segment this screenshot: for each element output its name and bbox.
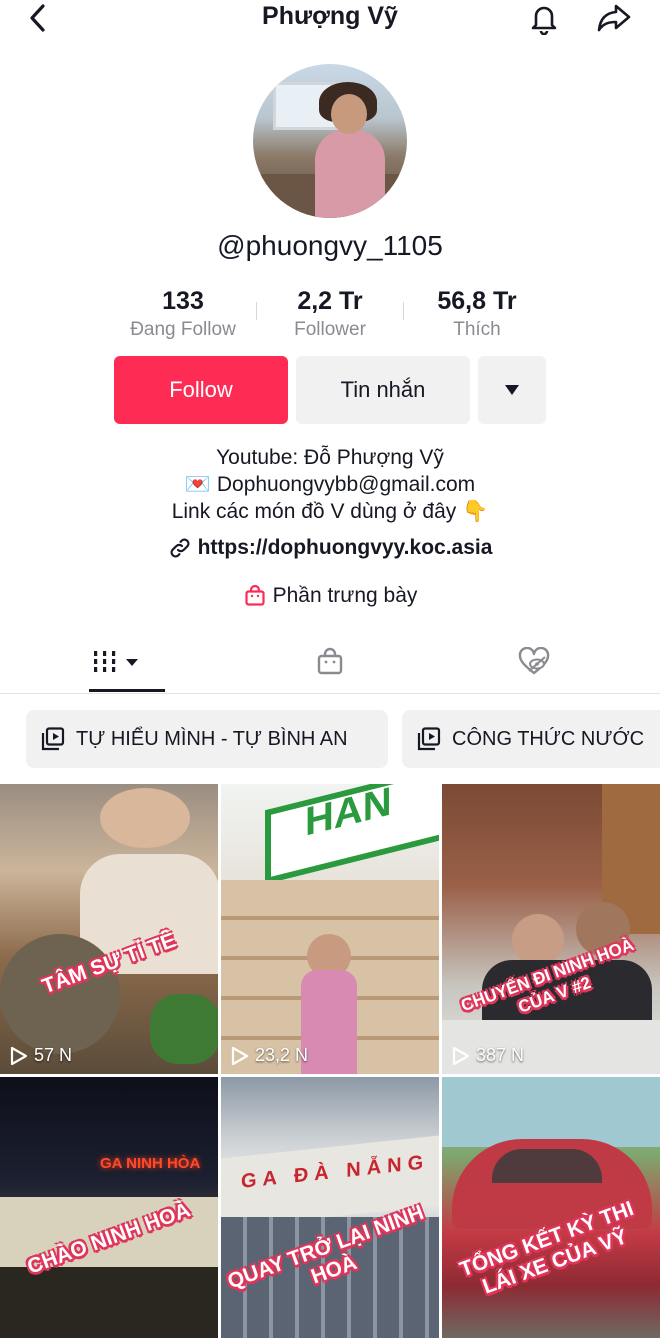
tab-liked[interactable] <box>424 632 644 692</box>
showcase-label: Phần trưng bày <box>272 584 418 607</box>
showcase-link[interactable]: Phần trưng bày <box>0 584 660 608</box>
message-button[interactable]: Tin nhắn <box>296 356 470 424</box>
video-thumbnail[interactable]: HÀN 23,2 N <box>221 784 439 1074</box>
bio-link-note-text: Link các món đồ V dùng ở đây <box>171 500 457 523</box>
liked-hidden-icon <box>518 647 550 675</box>
share-arrow-icon <box>597 4 631 32</box>
video-views-count: 387 N <box>476 1045 525 1065</box>
triangle-down-icon <box>505 385 519 395</box>
stat-likes-label: Thích <box>453 319 501 340</box>
tab-shop[interactable] <box>220 632 440 692</box>
tab-active-indicator <box>89 689 165 692</box>
shopping-bag-icon <box>317 647 343 675</box>
thumb-station-sign: GA NINH HÒA <box>100 1155 201 1172</box>
video-views: 387 N <box>452 1045 524 1066</box>
video-thumbnail[interactable]: GA NINH HÒA CHÀO NINH HOÀ <box>0 1077 218 1338</box>
bio-line-youtube: Youtube: Đỗ Phượng Vỹ <box>216 446 444 469</box>
bio-email-text: Dophuongvybb@gmail.com <box>216 473 476 496</box>
playlist-chip[interactable]: TỰ HIỂU MÌNH - TỰ BÌNH AN <box>26 710 388 768</box>
bio-link-text: https://dophuongvyy.koc.asia <box>197 536 493 559</box>
shopping-bag-icon <box>244 585 265 607</box>
bio-line-link-note: Link các món đồ V dùng ở đây 👇 <box>0 498 660 525</box>
stat-following[interactable]: 133 Đang Follow <box>110 286 256 344</box>
link-icon <box>170 539 190 558</box>
video-views-count: 57 N <box>34 1045 73 1065</box>
video-views: 57 N <box>10 1045 72 1066</box>
suggested-accounts-button[interactable] <box>478 356 546 424</box>
bell-icon <box>531 6 557 35</box>
tab-videos[interactable] <box>17 632 217 692</box>
thumb-sky <box>442 1077 660 1147</box>
stat-following-value: 133 <box>162 287 204 315</box>
stat-followers-value: 2,2 Tr <box>297 287 363 315</box>
avatar-shirt <box>315 130 385 218</box>
thumb-car-window <box>492 1149 602 1183</box>
follow-button[interactable]: Follow <box>114 356 288 424</box>
video-thumbnail[interactable]: TỔNG KẾT KỲ THI LÁI XE CỦA VỸ <box>442 1077 660 1338</box>
notification-button[interactable] <box>524 0 564 36</box>
love-letter-icon: 💌 <box>184 473 211 496</box>
avatar-face <box>331 94 367 134</box>
play-outline-icon <box>231 1046 249 1065</box>
profile-avatar[interactable] <box>253 64 407 218</box>
videos-grid-icon <box>94 651 138 672</box>
stat-followers-label: Follower <box>294 319 366 340</box>
video-grid: TÂM SỰ TỈ TÊ 57 N HÀN 23,2 N CHUYẾN ĐI N… <box>0 784 660 1338</box>
video-thumbnail[interactable]: CHUYẾN ĐI NINH HOÀ CỦA V #2 387 N <box>442 784 660 1074</box>
share-button[interactable] <box>594 0 634 36</box>
top-bar: Phượng Vỹ <box>0 0 660 40</box>
playlist-icon <box>417 727 441 751</box>
bio-line-email: 💌 Dophuongvybb@gmail.com <box>0 471 660 498</box>
video-thumbnail[interactable]: GA ĐÀ NẴNG QUAY TRỞ LẠI NINH HOÀ <box>221 1077 439 1338</box>
bio-link[interactable]: https://dophuongvyy.koc.asia <box>0 536 660 560</box>
profile-stats: 133 Đang Follow 2,2 Tr Follower 56,8 Tr … <box>110 286 550 346</box>
playlist-label: CÔNG THỨC NƯỚC <box>452 727 645 750</box>
playlist-icon <box>41 727 65 751</box>
video-views: 23,2 N <box>231 1045 308 1066</box>
stat-likes-value: 56,8 Tr <box>437 287 517 315</box>
thumb-person-face <box>100 788 190 848</box>
play-outline-icon <box>452 1046 470 1065</box>
playlist-chip[interactable]: CÔNG THỨC NƯỚC <box>402 710 660 768</box>
profile-tabs <box>0 632 660 694</box>
profile-handle: @phuongvy_1105 <box>217 230 443 261</box>
video-thumbnail[interactable]: TÂM SỰ TỈ TÊ 57 N <box>0 784 218 1074</box>
pointing-down-icon: 👇 <box>462 500 489 523</box>
playlist-label: TỰ HIỂU MÌNH - TỰ BÌNH AN <box>76 727 348 750</box>
play-outline-icon <box>10 1046 28 1065</box>
stat-following-label: Đang Follow <box>130 319 236 340</box>
thumb-person-body <box>301 970 357 1074</box>
stat-followers[interactable]: 2,2 Tr Follower <box>257 286 403 344</box>
thumb-woman-face <box>512 914 564 966</box>
stat-likes[interactable]: 56,8 Tr Thích <box>404 286 550 344</box>
thumb-greens <box>150 994 218 1064</box>
video-views-count: 23,2 N <box>255 1045 309 1065</box>
